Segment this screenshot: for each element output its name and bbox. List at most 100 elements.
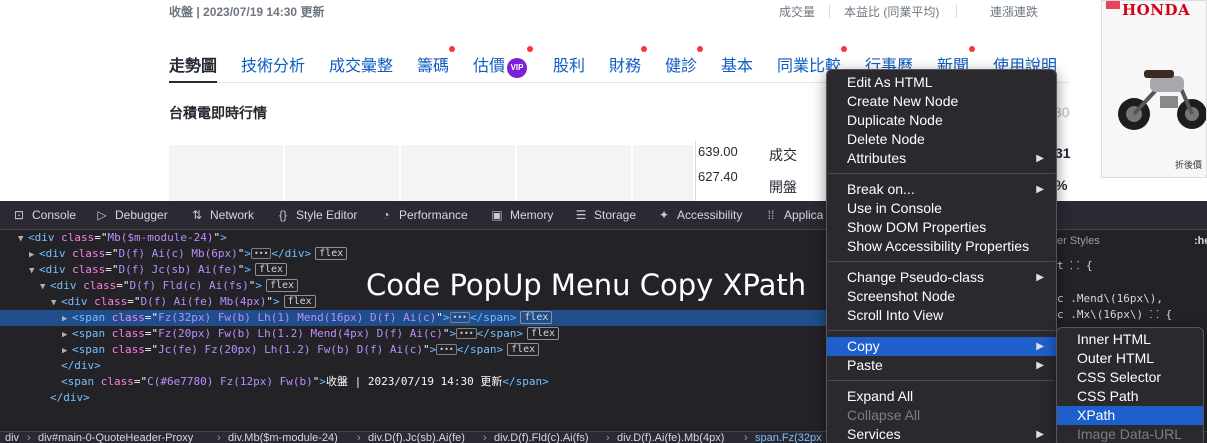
copy-css-selector[interactable]: CSS Selector: [1057, 368, 1203, 387]
tab-9[interactable]: 基本: [721, 52, 753, 76]
submenu-arrow-icon: ▶: [1036, 429, 1044, 440]
devtools-tab-style-editor[interactable]: {} Style Editor: [276, 208, 357, 222]
breadcrumb-item[interactable]: div#main-0-QuoteHeader-Proxy: [38, 432, 193, 443]
attr-value: C(#6e7780) Fz(12px) Fw(b): [147, 375, 313, 388]
menu-item-scroll-into-view[interactable]: Scroll Into View: [827, 306, 1056, 325]
copy-xpath[interactable]: XPath: [1057, 406, 1203, 425]
tag-open: <: [39, 263, 46, 276]
menu-item-edit-as-html[interactable]: Edit As HTML: [827, 73, 1056, 92]
menu-item-copy[interactable]: Copy ▶: [827, 337, 1056, 356]
breadcrumb-item[interactable]: div.D(f).Fld(c).Ai(fs): [494, 432, 589, 443]
collapsed-children-badge[interactable]: •••: [436, 344, 457, 355]
flex-badge[interactable]: flex: [315, 247, 348, 260]
expand-twisty-icon[interactable]: ▶: [62, 327, 72, 343]
devtools-tab-accessibility[interactable]: ✦ Accessibility: [657, 208, 742, 222]
menu-item-change-pseudo-class[interactable]: Change Pseudo-class ▶: [827, 268, 1056, 287]
price-tick: 639.00: [698, 144, 738, 159]
flex-badge[interactable]: flex: [283, 295, 316, 308]
menu-item-use-in-console[interactable]: Use in Console: [827, 199, 1056, 218]
menu-item-break-on[interactable]: Break on... ▶: [827, 180, 1056, 199]
flex-badge[interactable]: flex: [526, 327, 560, 340]
devtools-tab-network[interactable]: ⇅ Network: [190, 208, 254, 222]
breadcrumb-item[interactable]: div.D(f).Ai(fe).Mb(4px): [617, 432, 724, 443]
tag-name: div: [56, 279, 77, 292]
console-icon: ⊡: [13, 208, 25, 222]
breadcrumb-item[interactable]: div.D(f).Jc(sb).Ai(fe): [368, 432, 465, 443]
breadcrumb-item[interactable]: span.Fz(32px: [755, 432, 822, 443]
devtools-tab-memory[interactable]: ▣ Memory: [490, 208, 553, 222]
flex-badge[interactable]: flex: [520, 311, 553, 324]
menu-item-screenshot-node[interactable]: Screenshot Node: [827, 287, 1056, 306]
devtools-tab-applica[interactable]: ⁞⁞ Applica: [764, 208, 824, 222]
copy-outer-html[interactable]: Outer HTML: [1057, 349, 1203, 368]
tag-close: >: [244, 247, 251, 260]
menu-item-show-accessibility-properties[interactable]: Show Accessibility Properties: [827, 237, 1056, 256]
collapse-twisty-icon[interactable]: ▼: [18, 231, 28, 247]
copy-image-data-url: Image Data-URL: [1077, 426, 1183, 442]
menu-item-attributes[interactable]: Attributes ▶: [827, 149, 1056, 168]
motorcycle-image: [1118, 70, 1206, 130]
menu-item-delete-node[interactable]: Delete Node: [827, 130, 1056, 149]
attr-eq: =": [105, 263, 119, 276]
menu-item-create-new-node[interactable]: Create New Node: [827, 92, 1056, 111]
tag-name: div: [34, 231, 55, 244]
menu-item-label: Screenshot Node: [847, 288, 956, 304]
menu-item-show-dom-properties[interactable]: Show DOM Properties: [827, 218, 1056, 237]
expand-twisty-icon[interactable]: ▶: [62, 343, 72, 359]
devtools-tab-debugger[interactable]: ▷ Debugger: [95, 208, 167, 222]
collapse-twisty-icon[interactable]: ▼: [51, 295, 61, 311]
expand-twisty-icon[interactable]: ▶: [29, 247, 39, 263]
tab-1[interactable]: 走勢圖: [169, 52, 218, 83]
menu-item-label: Collapse All: [847, 407, 921, 423]
breadcrumb-item[interactable]: div: [5, 432, 19, 443]
tab-6[interactable]: 股利: [553, 52, 585, 76]
styles-header-right: :he: [1194, 235, 1207, 247]
menu-item-expand-all[interactable]: Expand All: [827, 387, 1056, 406]
copy-css-path[interactable]: CSS Path: [1057, 387, 1203, 406]
tab-8[interactable]: 健診: [665, 46, 704, 76]
collapsed-children-badge[interactable]: •••: [449, 312, 470, 323]
attr-eq: =": [144, 327, 159, 340]
tab-7[interactable]: 財務: [609, 46, 648, 76]
menu-item-services[interactable]: Services ▶: [827, 425, 1056, 443]
menu-item-label: Expand All: [847, 388, 914, 404]
tab-3[interactable]: 成交彙整: [329, 52, 393, 76]
advertisement[interactable]: HONDA 折後價: [1101, 0, 1207, 178]
tag-open: <: [61, 375, 68, 388]
menu-separator: [828, 173, 1055, 174]
devtools-tab-label: Applica: [784, 208, 824, 222]
menu-item-paste[interactable]: Paste ▶: [827, 356, 1056, 375]
tag-close: >: [319, 375, 326, 388]
flex-badge[interactable]: flex: [254, 263, 288, 276]
expand-twisty-icon[interactable]: ▶: [62, 311, 72, 327]
collapse-twisty-icon[interactable]: ▼: [29, 263, 39, 279]
application-icon: ⁞⁞: [767, 208, 775, 222]
tag-closing: </div>: [61, 359, 101, 372]
submenu-arrow-icon: ▶: [1036, 341, 1044, 352]
devtools-tab-performance[interactable]: ◔ Performance: [379, 208, 467, 222]
tag-name: span: [67, 375, 95, 388]
ad-badge: [1106, 1, 1120, 9]
devtools-tab-console[interactable]: ⊡ Console: [12, 208, 76, 222]
devtools-tab-storage[interactable]: ☰ Storage: [574, 208, 636, 222]
flex-badge[interactable]: flex: [265, 279, 299, 292]
tab-5[interactable]: 估價 VIP: [473, 46, 534, 78]
flex-badge[interactable]: flex: [507, 343, 540, 356]
collapsed-children-badge[interactable]: •••: [250, 248, 272, 259]
notification-dot: [641, 46, 648, 52]
copy-inner-html[interactable]: Inner HTML: [1057, 330, 1203, 349]
debugger-icon: ▷: [97, 208, 107, 222]
breadcrumb-item[interactable]: div.Mb($m-module-24): [228, 432, 338, 443]
tab-label: 估價: [473, 58, 506, 75]
tag-closing: </span>: [456, 343, 504, 356]
attr-name: class: [54, 231, 95, 244]
collapsed-children-badge[interactable]: •••: [456, 328, 477, 339]
attr-value: Jc(fe) Fz(20px) Lh(1.2) Fw(b) D(f) Ai(c): [158, 343, 424, 356]
tag-open: <: [61, 295, 68, 308]
menu-item-duplicate-node[interactable]: Duplicate Node: [827, 111, 1056, 130]
submenu-arrow-icon: ▶: [1036, 272, 1044, 283]
collapse-twisty-icon[interactable]: ▼: [40, 279, 50, 295]
tab-4[interactable]: 籌碼: [417, 46, 456, 76]
tag-close: >: [220, 231, 227, 244]
tab-2[interactable]: 技術分析: [241, 52, 305, 76]
